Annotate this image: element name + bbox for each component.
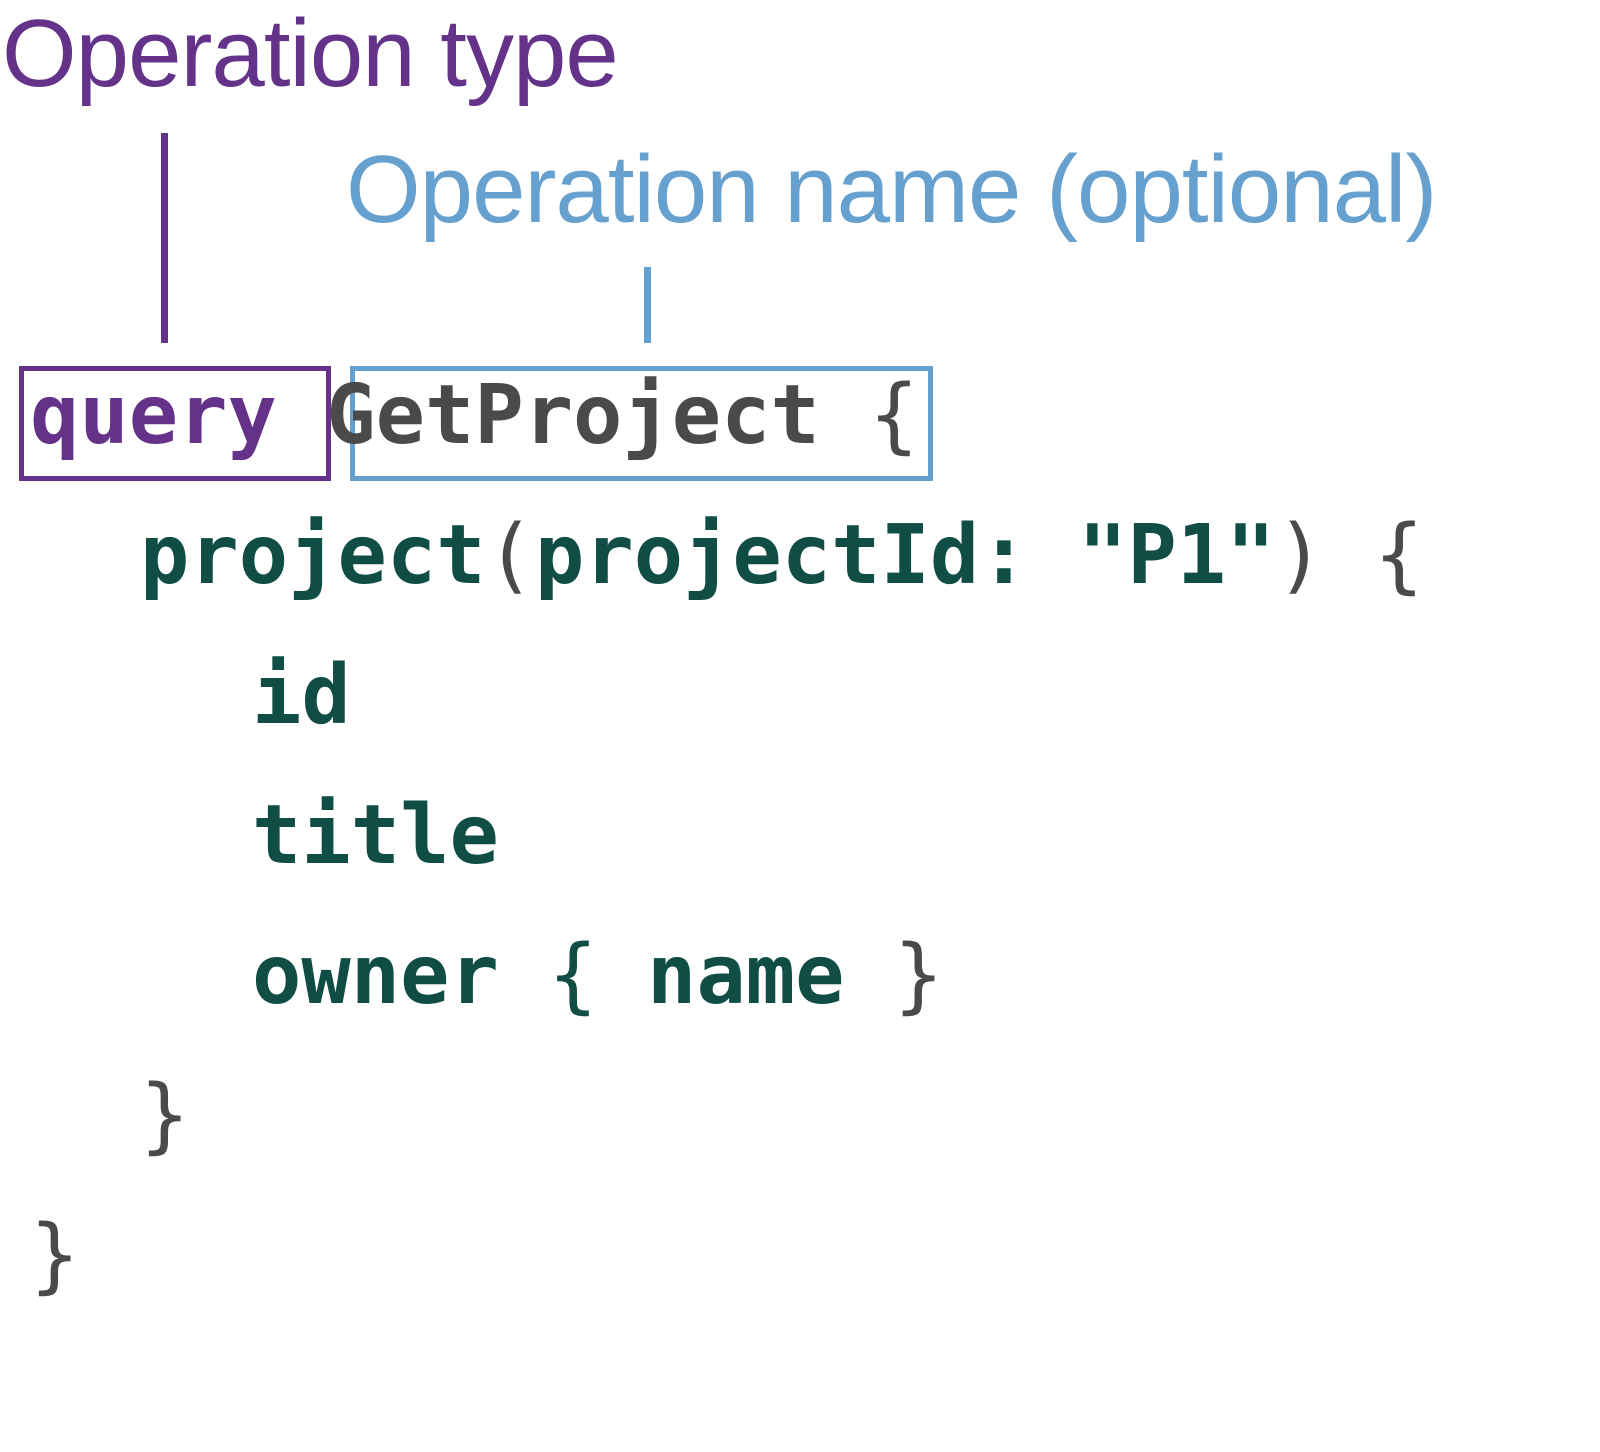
- operation-name-label: Operation name (optional): [346, 136, 1437, 243]
- project-id-argument: projectId: [534, 508, 980, 603]
- operation-type-label: Operation type: [2, 0, 619, 107]
- project-field: project: [140, 508, 486, 603]
- owner-close-brace: }: [893, 928, 944, 1023]
- project-open-brace: {: [1374, 508, 1424, 603]
- args-close-paren: ): [1275, 508, 1325, 603]
- owner-open-brace: {: [548, 928, 598, 1023]
- query-keyword: query: [30, 368, 277, 463]
- id-field: id: [252, 648, 351, 743]
- argument-colon: :: [979, 508, 1029, 603]
- owner-field: owner: [252, 928, 499, 1023]
- code-line-project: project(projectId: "P1") {: [140, 515, 1424, 597]
- project-close-brace: }: [140, 1068, 190, 1163]
- code-line-query: query GetProject {: [30, 375, 919, 457]
- code-line-id: id: [252, 655, 351, 737]
- open-brace: {: [869, 368, 919, 463]
- code-line-owner: owner { name }: [252, 935, 943, 1017]
- argument-value: "P1": [1078, 508, 1276, 603]
- operation-type-connector: [161, 133, 168, 343]
- code-line-query-close: }: [30, 1215, 79, 1297]
- args-open-paren: (: [485, 508, 535, 603]
- code-line-project-close: }: [140, 1075, 189, 1157]
- title-field: title: [252, 788, 499, 883]
- name-field: name: [646, 928, 845, 1023]
- operation-name-connector: [644, 267, 651, 343]
- query-close-brace: }: [30, 1208, 80, 1303]
- operation-name-token: GetProject: [326, 368, 820, 463]
- code-line-title: title: [252, 795, 499, 877]
